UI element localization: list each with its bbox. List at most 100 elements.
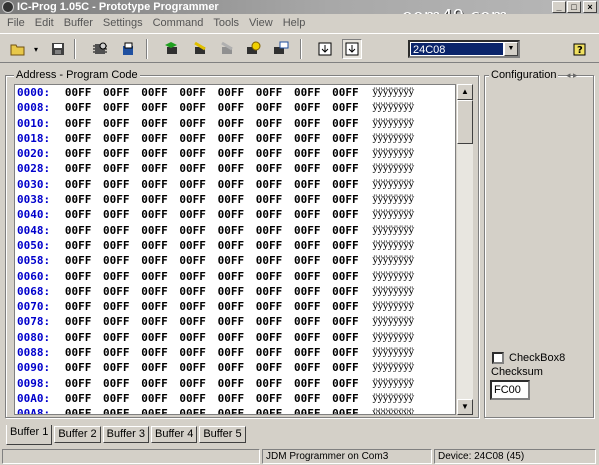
data-cell[interactable]: 00FF	[326, 100, 364, 115]
data-cell[interactable]: 00FF	[59, 269, 97, 284]
data-cell[interactable]: 00FF	[326, 192, 364, 207]
data-cell[interactable]: 00FF	[135, 284, 173, 299]
data-cell[interactable]: 00FF	[174, 269, 212, 284]
data-cell[interactable]: 00FF	[97, 192, 135, 207]
data-cell[interactable]: 00FF	[250, 192, 288, 207]
menu-command[interactable]: Command	[148, 17, 209, 29]
data-cell[interactable]: 00FF	[250, 85, 288, 100]
erase-chip-icon[interactable]	[217, 39, 237, 59]
data-cell[interactable]: 00FF	[97, 238, 135, 253]
vertical-scrollbar[interactable]: ▲ ▼	[456, 84, 473, 415]
data-cell[interactable]: 00FF	[326, 314, 364, 329]
data-cell[interactable]: 00FF	[212, 391, 250, 406]
data-cell[interactable]: 00FF	[288, 161, 326, 176]
data-cell[interactable]: 00FF	[97, 314, 135, 329]
verify-chip-icon[interactable]	[243, 39, 263, 59]
data-cell[interactable]: 00FF	[326, 284, 364, 299]
tab-buffer-2[interactable]: Buffer 2	[54, 426, 101, 443]
data-cell[interactable]: 00FF	[326, 223, 364, 238]
data-cell[interactable]: 00FF	[174, 146, 212, 161]
data-cell[interactable]: 00FF	[288, 345, 326, 360]
data-cell[interactable]: 00FF	[174, 314, 212, 329]
data-cell[interactable]: 00FF	[288, 223, 326, 238]
tab-buffer-1[interactable]: Buffer 1	[6, 425, 53, 445]
data-cell[interactable]: 00FF	[212, 345, 250, 360]
data-cell[interactable]: 00FF	[97, 100, 135, 115]
data-cell[interactable]: 00FF	[250, 238, 288, 253]
data-cell[interactable]: 00FF	[97, 223, 135, 238]
data-cell[interactable]: 00FF	[135, 207, 173, 222]
data-cell[interactable]: 00FF	[135, 238, 173, 253]
data-cell[interactable]: 00FF	[135, 146, 173, 161]
data-cell[interactable]: 00FF	[288, 406, 326, 414]
menu-tools[interactable]: Tools	[208, 17, 244, 29]
data-cell[interactable]: 00FF	[250, 100, 288, 115]
data-cell[interactable]: 00FF	[326, 161, 364, 176]
data-cell[interactable]: 00FF	[288, 207, 326, 222]
data-cell[interactable]: 00FF	[59, 192, 97, 207]
data-cell[interactable]: 00FF	[59, 161, 97, 176]
data-cell[interactable]: 00FF	[174, 345, 212, 360]
data-cell[interactable]: 00FF	[135, 177, 173, 192]
data-cell[interactable]: 00FF	[174, 161, 212, 176]
menu-edit[interactable]: Edit	[30, 17, 59, 29]
data-cell[interactable]: 00FF	[212, 299, 250, 314]
data-cell[interactable]: 00FF	[135, 85, 173, 100]
data-cell[interactable]: 00FF	[288, 177, 326, 192]
data-cell[interactable]: 00FF	[288, 330, 326, 345]
data-cell[interactable]: 00FF	[97, 177, 135, 192]
data-cell[interactable]: 00FF	[59, 330, 97, 345]
minimize-button[interactable]: _	[552, 1, 566, 13]
data-cell[interactable]: 00FF	[326, 177, 364, 192]
data-cell[interactable]: 00FF	[174, 330, 212, 345]
data-cell[interactable]: 00FF	[59, 376, 97, 391]
menu-buffer[interactable]: Buffer	[59, 17, 98, 29]
data-cell[interactable]: 00FF	[288, 376, 326, 391]
data-cell[interactable]: 00FF	[135, 376, 173, 391]
data-cell[interactable]: 00FF	[250, 269, 288, 284]
data-cell[interactable]: 00FF	[326, 207, 364, 222]
data-cell[interactable]: 00FF	[326, 376, 364, 391]
data-cell[interactable]: 00FF	[288, 146, 326, 161]
menu-help[interactable]: Help	[278, 17, 311, 29]
data-cell[interactable]: 00FF	[59, 238, 97, 253]
data-cell[interactable]: 00FF	[288, 360, 326, 375]
data-cell[interactable]: 00FF	[326, 253, 364, 268]
data-cell[interactable]: 00FF	[288, 269, 326, 284]
data-cell[interactable]: 00FF	[174, 177, 212, 192]
data-cell[interactable]: 00FF	[250, 177, 288, 192]
data-cell[interactable]: 00FF	[135, 330, 173, 345]
data-cell[interactable]: 00FF	[97, 391, 135, 406]
data-cell[interactable]: 00FF	[59, 85, 97, 100]
data-cell[interactable]: 00FF	[97, 146, 135, 161]
data-cell[interactable]: 00FF	[250, 345, 288, 360]
data-cell[interactable]: 00FF	[174, 360, 212, 375]
tab-buffer-4[interactable]: Buffer 4	[150, 426, 198, 443]
read-chip-icon[interactable]	[162, 39, 182, 59]
data-cell[interactable]: 00FF	[212, 284, 250, 299]
data-cell[interactable]: 00FF	[250, 116, 288, 131]
menu-view[interactable]: View	[244, 17, 278, 29]
data-cell[interactable]: 00FF	[59, 223, 97, 238]
data-cell[interactable]: 00FF	[59, 314, 97, 329]
data-cell[interactable]: 00FF	[174, 116, 212, 131]
data-cell[interactable]: 00FF	[97, 131, 135, 146]
data-cell[interactable]: 00FF	[212, 177, 250, 192]
data-cell[interactable]: 00FF	[97, 253, 135, 268]
data-cell[interactable]: 00FF	[250, 406, 288, 414]
data-cell[interactable]: 00FF	[59, 406, 97, 414]
data-cell[interactable]: 00FF	[97, 284, 135, 299]
data-cell[interactable]: 00FF	[288, 85, 326, 100]
data-cell[interactable]: 00FF	[174, 207, 212, 222]
scroll-up-icon[interactable]: ▲	[457, 84, 473, 100]
data-cell[interactable]: 00FF	[97, 376, 135, 391]
data-cell[interactable]: 00FF	[326, 238, 364, 253]
data-cell[interactable]: 00FF	[59, 100, 97, 115]
data-cell[interactable]: 00FF	[135, 116, 173, 131]
data-cell[interactable]: 00FF	[288, 238, 326, 253]
data-cell[interactable]: 00FF	[250, 376, 288, 391]
data-cell[interactable]: 00FF	[212, 269, 250, 284]
data-cell[interactable]: 00FF	[135, 345, 173, 360]
data-cell[interactable]: 00FF	[135, 100, 173, 115]
data-cell[interactable]: 00FF	[326, 391, 364, 406]
